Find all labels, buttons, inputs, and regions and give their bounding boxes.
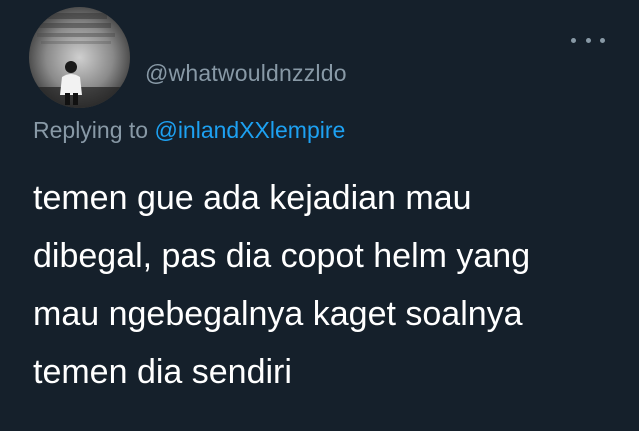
more-dot-icon: [600, 37, 605, 43]
reply-handle-link[interactable]: @inlandXXlempire: [154, 117, 345, 143]
tweet-text-line: temen dia sendiri: [33, 353, 292, 391]
avatar[interactable]: [29, 7, 130, 108]
replying-to: Replying to @inlandXXlempire: [33, 117, 345, 144]
avatar-image: [29, 7, 130, 108]
more-dot-icon: [585, 37, 591, 43]
more-dot-icon: [571, 37, 576, 43]
username[interactable]: @whatwouldnzzldo: [145, 60, 347, 87]
tweet-text-line: dibegal, pas dia copot helm yang: [33, 237, 531, 275]
replying-to-label: Replying to: [33, 117, 149, 143]
tweet: @whatwouldnzzldo Replying to @inlandXXle…: [0, 0, 639, 431]
tweet-text-line: temen gue ada kejadian mau: [33, 179, 472, 217]
tweet-text-line: mau ngebegalnya kaget soalnya: [33, 295, 523, 333]
more-horizontal-icon[interactable]: [571, 32, 605, 48]
tweet-text: temen gue ada kejadian mau dibegal, pas …: [33, 169, 623, 401]
